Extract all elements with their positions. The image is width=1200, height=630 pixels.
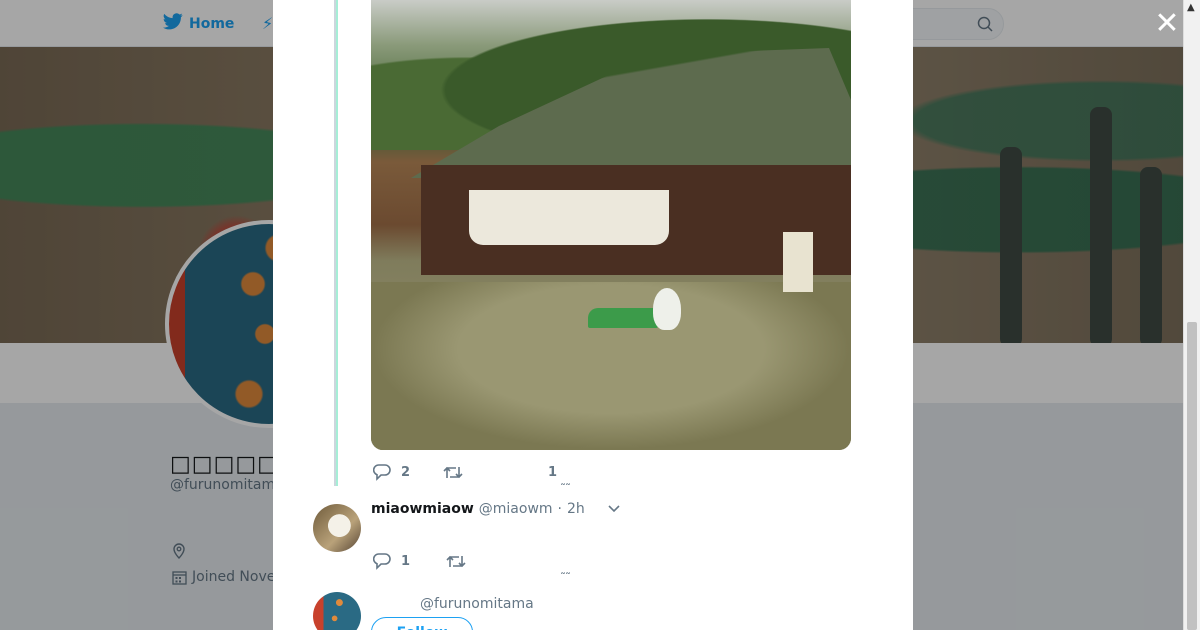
more-dots: ˜˜ <box>560 482 571 496</box>
like-count: 1 <box>548 465 558 480</box>
scroll-up-icon[interactable]: ▲ <box>1187 2 1195 13</box>
tweet-author-name[interactable]: miaowmiaow <box>371 501 474 517</box>
reply-button[interactable]: 1 <box>373 553 410 570</box>
retweet-button[interactable] <box>446 554 476 569</box>
chevron-down-icon[interactable] <box>608 505 620 513</box>
retweet-icon <box>443 466 463 479</box>
close-icon[interactable]: ✕ <box>1153 9 1181 39</box>
tweet-author-handle[interactable]: @miaowm <box>479 501 553 517</box>
more-dots: ˜˜ <box>560 571 571 585</box>
separator-dot: · <box>557 501 562 517</box>
reply-button[interactable]: 2 <box>373 464 410 481</box>
like-button[interactable]: 1 <box>548 465 557 480</box>
avatar[interactable] <box>313 504 361 552</box>
reply-count: 2 <box>401 465 411 480</box>
reply-icon <box>373 553 391 570</box>
tweet-modal: 2 1 ˜˜ miaowmiaow @miaowm · 2h 1 ˜˜ @fur… <box>273 0 913 630</box>
tweet-actions: 1 <box>373 553 476 570</box>
follow-button[interactable]: Follow <box>371 617 473 630</box>
tweet-actions: 2 1 <box>373 464 557 481</box>
reply-icon <box>373 464 391 481</box>
thread-line-accent <box>336 0 338 486</box>
tweet-header: miaowmiaow @miaowm · 2h <box>371 501 620 517</box>
retweet-button[interactable] <box>443 465 473 480</box>
avatar[interactable] <box>313 592 361 630</box>
retweet-icon <box>446 555 466 568</box>
scrollbar-thumb[interactable] <box>1187 322 1197 630</box>
user-handle[interactable]: @furunomitama <box>420 596 534 612</box>
reply-count: 1 <box>401 554 411 569</box>
scrollbar[interactable]: ▲ <box>1183 0 1200 630</box>
tweet-timestamp[interactable]: 2h <box>567 501 585 517</box>
tweet-photo[interactable] <box>371 0 851 450</box>
